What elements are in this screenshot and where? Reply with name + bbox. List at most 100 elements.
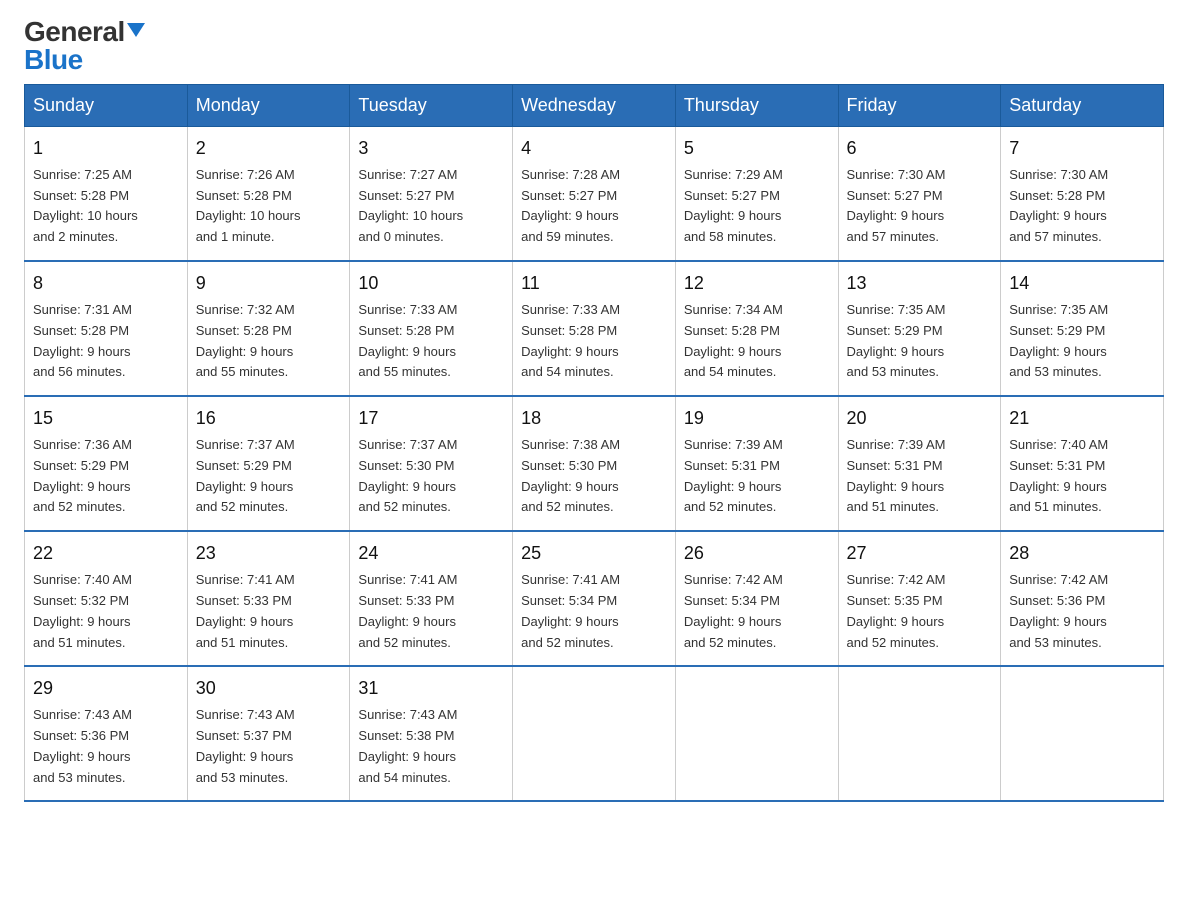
logo-blue: Blue [24, 46, 83, 74]
day-number: 18 [521, 405, 667, 433]
calendar-cell: 25Sunrise: 7:41 AM Sunset: 5:34 PM Dayli… [513, 531, 676, 666]
calendar-cell: 28Sunrise: 7:42 AM Sunset: 5:36 PM Dayli… [1001, 531, 1164, 666]
logo-general: General [24, 18, 125, 46]
day-info: Sunrise: 7:40 AM Sunset: 5:32 PM Dayligh… [33, 570, 179, 653]
day-number: 1 [33, 135, 179, 163]
day-number: 22 [33, 540, 179, 568]
day-number: 15 [33, 405, 179, 433]
header-monday: Monday [187, 85, 350, 127]
calendar-cell: 14Sunrise: 7:35 AM Sunset: 5:29 PM Dayli… [1001, 261, 1164, 396]
calendar-cell: 27Sunrise: 7:42 AM Sunset: 5:35 PM Dayli… [838, 531, 1001, 666]
day-info: Sunrise: 7:41 AM Sunset: 5:34 PM Dayligh… [521, 570, 667, 653]
day-number: 3 [358, 135, 504, 163]
calendar-cell [838, 666, 1001, 801]
day-info: Sunrise: 7:41 AM Sunset: 5:33 PM Dayligh… [196, 570, 342, 653]
day-info: Sunrise: 7:43 AM Sunset: 5:36 PM Dayligh… [33, 705, 179, 788]
calendar-cell: 9Sunrise: 7:32 AM Sunset: 5:28 PM Daylig… [187, 261, 350, 396]
calendar-cell: 2Sunrise: 7:26 AM Sunset: 5:28 PM Daylig… [187, 127, 350, 262]
day-number: 5 [684, 135, 830, 163]
calendar-week-row: 29Sunrise: 7:43 AM Sunset: 5:36 PM Dayli… [25, 666, 1164, 801]
calendar-cell: 6Sunrise: 7:30 AM Sunset: 5:27 PM Daylig… [838, 127, 1001, 262]
day-number: 23 [196, 540, 342, 568]
day-info: Sunrise: 7:35 AM Sunset: 5:29 PM Dayligh… [847, 300, 993, 383]
header-wednesday: Wednesday [513, 85, 676, 127]
day-number: 28 [1009, 540, 1155, 568]
header-saturday: Saturday [1001, 85, 1164, 127]
day-info: Sunrise: 7:30 AM Sunset: 5:27 PM Dayligh… [847, 165, 993, 248]
calendar-cell: 22Sunrise: 7:40 AM Sunset: 5:32 PM Dayli… [25, 531, 188, 666]
calendar-cell: 1Sunrise: 7:25 AM Sunset: 5:28 PM Daylig… [25, 127, 188, 262]
day-number: 2 [196, 135, 342, 163]
header-sunday: Sunday [25, 85, 188, 127]
calendar-cell: 10Sunrise: 7:33 AM Sunset: 5:28 PM Dayli… [350, 261, 513, 396]
calendar-week-row: 22Sunrise: 7:40 AM Sunset: 5:32 PM Dayli… [25, 531, 1164, 666]
day-info: Sunrise: 7:35 AM Sunset: 5:29 PM Dayligh… [1009, 300, 1155, 383]
day-number: 21 [1009, 405, 1155, 433]
day-info: Sunrise: 7:33 AM Sunset: 5:28 PM Dayligh… [521, 300, 667, 383]
day-info: Sunrise: 7:25 AM Sunset: 5:28 PM Dayligh… [33, 165, 179, 248]
day-number: 16 [196, 405, 342, 433]
page-header: General Blue [0, 0, 1188, 84]
day-info: Sunrise: 7:32 AM Sunset: 5:28 PM Dayligh… [196, 300, 342, 383]
day-number: 12 [684, 270, 830, 298]
calendar-cell: 20Sunrise: 7:39 AM Sunset: 5:31 PM Dayli… [838, 396, 1001, 531]
calendar-cell: 11Sunrise: 7:33 AM Sunset: 5:28 PM Dayli… [513, 261, 676, 396]
day-number: 7 [1009, 135, 1155, 163]
calendar-cell: 17Sunrise: 7:37 AM Sunset: 5:30 PM Dayli… [350, 396, 513, 531]
logo: General Blue [24, 18, 145, 74]
calendar-cell: 3Sunrise: 7:27 AM Sunset: 5:27 PM Daylig… [350, 127, 513, 262]
day-number: 30 [196, 675, 342, 703]
day-info: Sunrise: 7:39 AM Sunset: 5:31 PM Dayligh… [847, 435, 993, 518]
calendar-table: SundayMondayTuesdayWednesdayThursdayFrid… [24, 84, 1164, 802]
day-number: 20 [847, 405, 993, 433]
calendar-cell: 30Sunrise: 7:43 AM Sunset: 5:37 PM Dayli… [187, 666, 350, 801]
day-number: 9 [196, 270, 342, 298]
day-number: 31 [358, 675, 504, 703]
day-info: Sunrise: 7:26 AM Sunset: 5:28 PM Dayligh… [196, 165, 342, 248]
logo-triangle-icon [127, 23, 145, 37]
day-info: Sunrise: 7:37 AM Sunset: 5:29 PM Dayligh… [196, 435, 342, 518]
calendar-cell: 21Sunrise: 7:40 AM Sunset: 5:31 PM Dayli… [1001, 396, 1164, 531]
day-number: 4 [521, 135, 667, 163]
day-number: 26 [684, 540, 830, 568]
day-number: 8 [33, 270, 179, 298]
day-info: Sunrise: 7:40 AM Sunset: 5:31 PM Dayligh… [1009, 435, 1155, 518]
calendar-wrapper: SundayMondayTuesdayWednesdayThursdayFrid… [0, 84, 1188, 826]
day-info: Sunrise: 7:29 AM Sunset: 5:27 PM Dayligh… [684, 165, 830, 248]
calendar-cell: 4Sunrise: 7:28 AM Sunset: 5:27 PM Daylig… [513, 127, 676, 262]
calendar-cell: 13Sunrise: 7:35 AM Sunset: 5:29 PM Dayli… [838, 261, 1001, 396]
header-friday: Friday [838, 85, 1001, 127]
calendar-cell [675, 666, 838, 801]
calendar-cell: 26Sunrise: 7:42 AM Sunset: 5:34 PM Dayli… [675, 531, 838, 666]
day-number: 6 [847, 135, 993, 163]
calendar-cell: 5Sunrise: 7:29 AM Sunset: 5:27 PM Daylig… [675, 127, 838, 262]
day-info: Sunrise: 7:42 AM Sunset: 5:34 PM Dayligh… [684, 570, 830, 653]
day-info: Sunrise: 7:43 AM Sunset: 5:37 PM Dayligh… [196, 705, 342, 788]
calendar-cell: 16Sunrise: 7:37 AM Sunset: 5:29 PM Dayli… [187, 396, 350, 531]
day-info: Sunrise: 7:42 AM Sunset: 5:35 PM Dayligh… [847, 570, 993, 653]
day-number: 10 [358, 270, 504, 298]
day-info: Sunrise: 7:33 AM Sunset: 5:28 PM Dayligh… [358, 300, 504, 383]
calendar-cell: 24Sunrise: 7:41 AM Sunset: 5:33 PM Dayli… [350, 531, 513, 666]
day-info: Sunrise: 7:39 AM Sunset: 5:31 PM Dayligh… [684, 435, 830, 518]
day-info: Sunrise: 7:42 AM Sunset: 5:36 PM Dayligh… [1009, 570, 1155, 653]
day-number: 24 [358, 540, 504, 568]
day-number: 29 [33, 675, 179, 703]
calendar-week-row: 8Sunrise: 7:31 AM Sunset: 5:28 PM Daylig… [25, 261, 1164, 396]
day-info: Sunrise: 7:28 AM Sunset: 5:27 PM Dayligh… [521, 165, 667, 248]
day-number: 25 [521, 540, 667, 568]
calendar-cell: 31Sunrise: 7:43 AM Sunset: 5:38 PM Dayli… [350, 666, 513, 801]
day-number: 27 [847, 540, 993, 568]
day-info: Sunrise: 7:27 AM Sunset: 5:27 PM Dayligh… [358, 165, 504, 248]
day-info: Sunrise: 7:30 AM Sunset: 5:28 PM Dayligh… [1009, 165, 1155, 248]
day-number: 17 [358, 405, 504, 433]
day-info: Sunrise: 7:41 AM Sunset: 5:33 PM Dayligh… [358, 570, 504, 653]
calendar-cell: 8Sunrise: 7:31 AM Sunset: 5:28 PM Daylig… [25, 261, 188, 396]
header-thursday: Thursday [675, 85, 838, 127]
day-info: Sunrise: 7:34 AM Sunset: 5:28 PM Dayligh… [684, 300, 830, 383]
day-info: Sunrise: 7:38 AM Sunset: 5:30 PM Dayligh… [521, 435, 667, 518]
calendar-cell: 15Sunrise: 7:36 AM Sunset: 5:29 PM Dayli… [25, 396, 188, 531]
calendar-week-row: 15Sunrise: 7:36 AM Sunset: 5:29 PM Dayli… [25, 396, 1164, 531]
header-tuesday: Tuesday [350, 85, 513, 127]
day-number: 19 [684, 405, 830, 433]
